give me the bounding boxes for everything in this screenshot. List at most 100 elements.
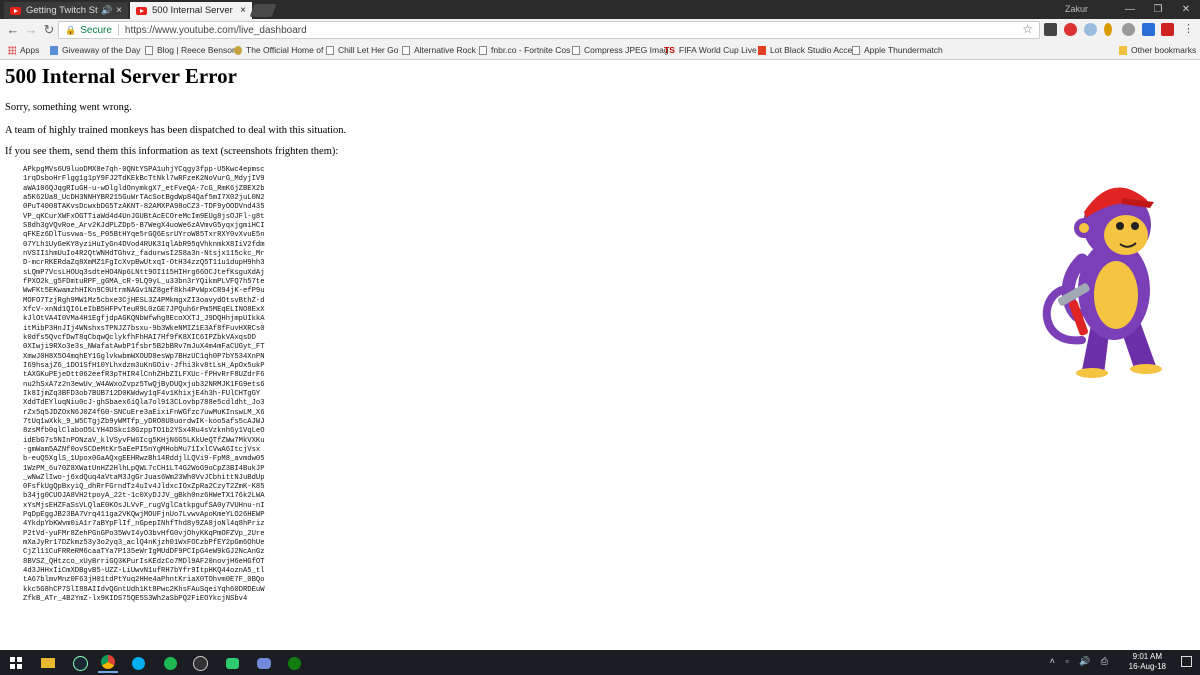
taskbar-app[interactable]: [222, 653, 242, 673]
extension-icon[interactable]: [1161, 23, 1174, 36]
bookmark-apps[interactable]: Apps: [8, 45, 39, 55]
bookmark-item[interactable]: The Official Home of: [234, 45, 323, 55]
bookmark-item[interactable]: Lot Black Studio Acce: [758, 45, 852, 55]
extension-icon[interactable]: [1064, 23, 1077, 36]
extension-icon[interactable]: [1084, 23, 1097, 36]
extension-icon[interactable]: [1104, 23, 1112, 36]
taskbar-file-explorer[interactable]: [38, 653, 58, 673]
youtube-icon: [10, 6, 21, 15]
page-icon: [479, 45, 487, 55]
tab-twitch-stream[interactable]: Getting Twitch Stream 🔊 ×: [4, 2, 128, 19]
back-button[interactable]: ←: [4, 21, 22, 39]
taskbar-discord[interactable]: [254, 653, 274, 673]
taskbar-spotify[interactable]: [160, 653, 180, 673]
notifications-icon[interactable]: [1181, 656, 1192, 667]
obs-icon: [192, 655, 208, 671]
sorry-message: Sorry, something went wrong.: [5, 102, 132, 113]
taskbar-steam[interactable]: [70, 653, 90, 673]
bookmark-item[interactable]: Compress JPEG Imag: [572, 45, 669, 55]
xbox-icon: [287, 656, 301, 670]
bookmark-item[interactable]: Chill Let Her Go: [326, 45, 398, 55]
bookmark-label: The Official Home of: [246, 45, 324, 55]
apps-icon: [8, 45, 16, 55]
tab-title: 500 Internal Server Error: [152, 5, 236, 16]
bookmark-label: Apps: [20, 45, 40, 55]
page-icon: [145, 45, 153, 55]
page-icon: [572, 45, 580, 55]
speaker-icon[interactable]: 🔊: [101, 5, 112, 16]
instructions-message: If you see them, send them this informat…: [5, 146, 339, 157]
taskbar-skype[interactable]: [128, 653, 148, 673]
page-icon: [234, 45, 242, 55]
tab-title: Getting Twitch Stream: [26, 5, 98, 16]
bookmark-other[interactable]: Other bookmarks: [1119, 45, 1196, 55]
monkey-illustration: [1042, 187, 1162, 378]
windows-start-button[interactable]: [6, 653, 26, 673]
restore-button[interactable]: ❐: [1144, 0, 1172, 19]
lock-icon: 🔒: [65, 24, 77, 35]
bookmark-label: Blog | Reece Benson: [157, 45, 237, 55]
extension-icon[interactable]: [1142, 23, 1155, 36]
bookmark-label: Chill Let Her Go: [338, 45, 399, 55]
page-icon: [852, 45, 860, 55]
youtube-icon: [402, 45, 410, 55]
menu-icon[interactable]: ⋮: [1183, 23, 1194, 36]
bookmark-star-icon[interactable]: ☆: [1022, 22, 1033, 36]
divider: [117, 24, 119, 36]
clock-time: 9:01 AM: [1132, 652, 1162, 661]
folder-icon: [1119, 45, 1127, 55]
close-tab-icon[interactable]: ×: [116, 5, 122, 16]
page-content: 500 Internal Server Error Sorry, somethi…: [0, 60, 1200, 650]
bookmark-item[interactable]: Alternative Rock: [402, 45, 476, 55]
youtube-icon: [136, 6, 147, 15]
monkeys-message: A team of highly trained monkeys has bee…: [5, 125, 347, 136]
discord-icon: [257, 657, 271, 669]
windows-taskbar: ˄ ▫ 🔊 ⎙ 9:01 AM 16-Aug-18: [0, 650, 1200, 675]
page-icon: [758, 45, 766, 55]
bookmark-label: Alternative Rock: [414, 45, 476, 55]
spotify-icon: [163, 656, 177, 670]
bookmark-label: Apple Thundermatch: [864, 45, 943, 55]
close-tab-icon[interactable]: ×: [240, 5, 246, 16]
page-title: 500 Internal Server Error: [5, 64, 237, 88]
bookmarks-bar: Apps Giveaway of the Day Blog | Reece Be…: [0, 41, 1200, 60]
bookmark-item[interactable]: Giveaway of the Day: [50, 45, 140, 55]
reload-button[interactable]: ↻: [40, 21, 58, 39]
browser-title-bar: Getting Twitch Stream 🔊 × 500 Internal S…: [0, 0, 1200, 19]
folder-icon: [41, 658, 55, 668]
youtube-icon: [326, 45, 334, 55]
tab-500-error[interactable]: 500 Internal Server Error ×: [130, 2, 252, 19]
extension-icon[interactable]: [1122, 23, 1135, 36]
close-window-button[interactable]: ✕: [1172, 0, 1200, 19]
chrome-icon: [101, 655, 115, 669]
bookmark-label: Lot Black Studio Acce: [770, 45, 853, 55]
bookmark-label: Giveaway of the Day: [62, 45, 141, 55]
bookmark-item[interactable]: fnbr.co - Fortnite Cos: [479, 45, 570, 55]
address-bar[interactable]: 🔒 Secure https://www.youtube.com/live_da…: [58, 21, 1040, 39]
steam-icon: [72, 655, 88, 671]
bookmark-label: Compress JPEG Imag: [584, 45, 669, 55]
browser-toolbar: ← → ↻ 🔒 Secure https://www.youtube.com/l…: [0, 19, 1200, 41]
taskbar-clock[interactable]: 9:01 AM 16-Aug-18: [1129, 652, 1166, 672]
url-text[interactable]: https://www.youtube.com/live_dashboard: [125, 25, 307, 36]
profile-name[interactable]: Zakur: [1065, 4, 1088, 14]
bookmark-item[interactable]: Apple Thundermatch: [852, 45, 943, 55]
minimize-button[interactable]: —: [1116, 0, 1144, 19]
secure-label: Secure: [80, 24, 112, 36]
taskbar-chrome[interactable]: [98, 653, 118, 673]
bookmark-label: FIFA World Cup Live S: [678, 45, 765, 55]
taskbar-obs[interactable]: [190, 653, 210, 673]
bookmark-label: Other bookmarks: [1131, 45, 1197, 55]
system-tray-icons[interactable]: ˄ ▫ 🔊 ⎙: [1050, 656, 1112, 667]
bookmark-item[interactable]: TS FIFA World Cup Live S: [664, 45, 765, 55]
windows-icon: [10, 657, 22, 669]
new-tab-button[interactable]: [249, 4, 277, 17]
app-icon: [225, 657, 239, 669]
error-info-text: APkpgMVs6U9luoDMX8e7qh-0QNtYSPA1uhjYCqgy…: [23, 166, 265, 604]
forward-button[interactable]: →: [22, 21, 40, 39]
skype-icon: [131, 656, 145, 670]
page-icon: [50, 45, 58, 55]
bookmark-item[interactable]: Blog | Reece Benson: [145, 45, 237, 55]
extension-icon[interactable]: [1044, 23, 1057, 36]
taskbar-xbox[interactable]: [284, 653, 304, 673]
